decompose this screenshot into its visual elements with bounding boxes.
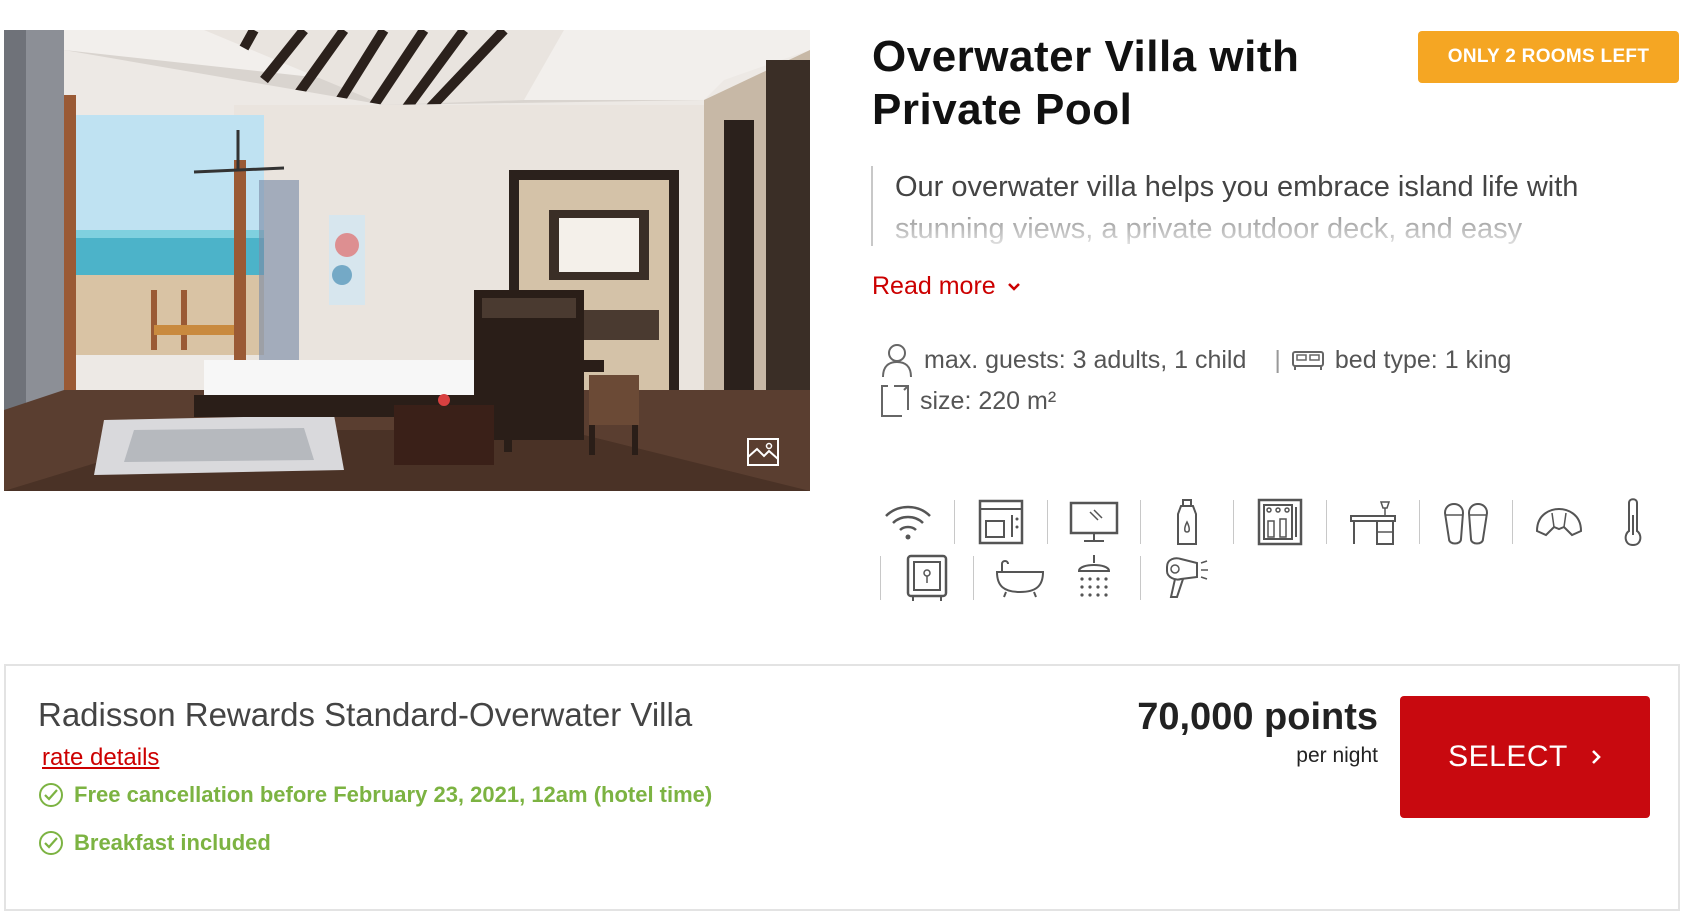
thermometer-icon — [1605, 494, 1661, 550]
perk-text: Free cancellation before February 23, 20… — [74, 782, 713, 807]
spec-size: size: 220 m² — [880, 384, 1056, 418]
safe-icon — [899, 550, 955, 606]
amenity-divider — [1047, 500, 1048, 544]
rate-name: Radisson Rewards Standard-Overwater Vill… — [38, 696, 693, 733]
chevron-down-icon — [1007, 282, 1020, 291]
select-label: SELECT — [1448, 740, 1568, 773]
perk-breakfast: Breakfast included — [38, 830, 271, 856]
room-description: Our overwater villa helps you embrace is… — [871, 166, 1661, 246]
amenities-row-1 — [880, 494, 1661, 550]
coffee-maker-icon — [973, 494, 1029, 550]
amenity-divider — [1419, 500, 1420, 544]
tv-icon — [1066, 494, 1122, 550]
amenity-divider — [1512, 500, 1513, 544]
bed-icon — [1291, 351, 1324, 370]
shower-icon — [1066, 550, 1122, 606]
desk-icon — [1345, 494, 1401, 550]
rate-card: Radisson Rewards Standard-Overwater Vill… — [4, 664, 1680, 911]
gallery-icon[interactable] — [746, 437, 780, 467]
amenity-divider — [954, 500, 955, 544]
description-fade — [873, 204, 1661, 246]
check-circle-icon — [39, 831, 63, 855]
availability-badge: ONLY 2 ROOMS LEFT — [1418, 31, 1679, 83]
amenities-row-2 — [880, 550, 1215, 606]
hairdryer-icon — [1159, 550, 1215, 606]
amenity-divider — [1140, 500, 1141, 544]
water-bottle-icon — [1159, 494, 1215, 550]
rate-details-link[interactable]: rate details — [42, 744, 159, 772]
person-icon — [882, 344, 912, 378]
room-size-icon — [881, 385, 909, 417]
select-button[interactable]: SELECT — [1400, 696, 1650, 818]
spec-divider: | — [1274, 345, 1281, 374]
room-photo[interactable] — [4, 30, 810, 491]
minibar-icon — [1252, 494, 1308, 550]
guests-text: max. guests: 3 adults, 1 child — [924, 345, 1247, 374]
amenity-divider — [880, 556, 881, 600]
spec-guests: max. guests: 3 adults, 1 child | bed typ… — [880, 342, 1511, 378]
amenity-divider — [1140, 556, 1141, 600]
chevron-right-icon — [1591, 750, 1601, 764]
wifi-icon — [880, 494, 936, 550]
perk-text: Breakfast included — [74, 830, 271, 855]
bathtub-icon — [992, 550, 1048, 606]
perk-free-cancellation: Free cancellation before February 23, 20… — [38, 782, 712, 808]
read-more-label: Read more — [872, 272, 996, 300]
room-title: Overwater Villa with Private Pool — [872, 32, 1300, 134]
check-circle-icon — [39, 783, 63, 807]
read-more-link[interactable]: Read more — [872, 272, 1022, 301]
price-unit: per night — [1296, 744, 1378, 767]
price-points: 70,000 points — [1137, 696, 1378, 738]
bed-text: bed type: 1 king — [1334, 345, 1512, 374]
croissant-icon — [1531, 494, 1587, 550]
size-text: size: 220 m² — [920, 386, 1057, 415]
amenity-divider — [973, 556, 974, 600]
amenity-divider — [1326, 500, 1327, 544]
amenity-divider — [1233, 500, 1234, 544]
slippers-icon — [1438, 494, 1494, 550]
